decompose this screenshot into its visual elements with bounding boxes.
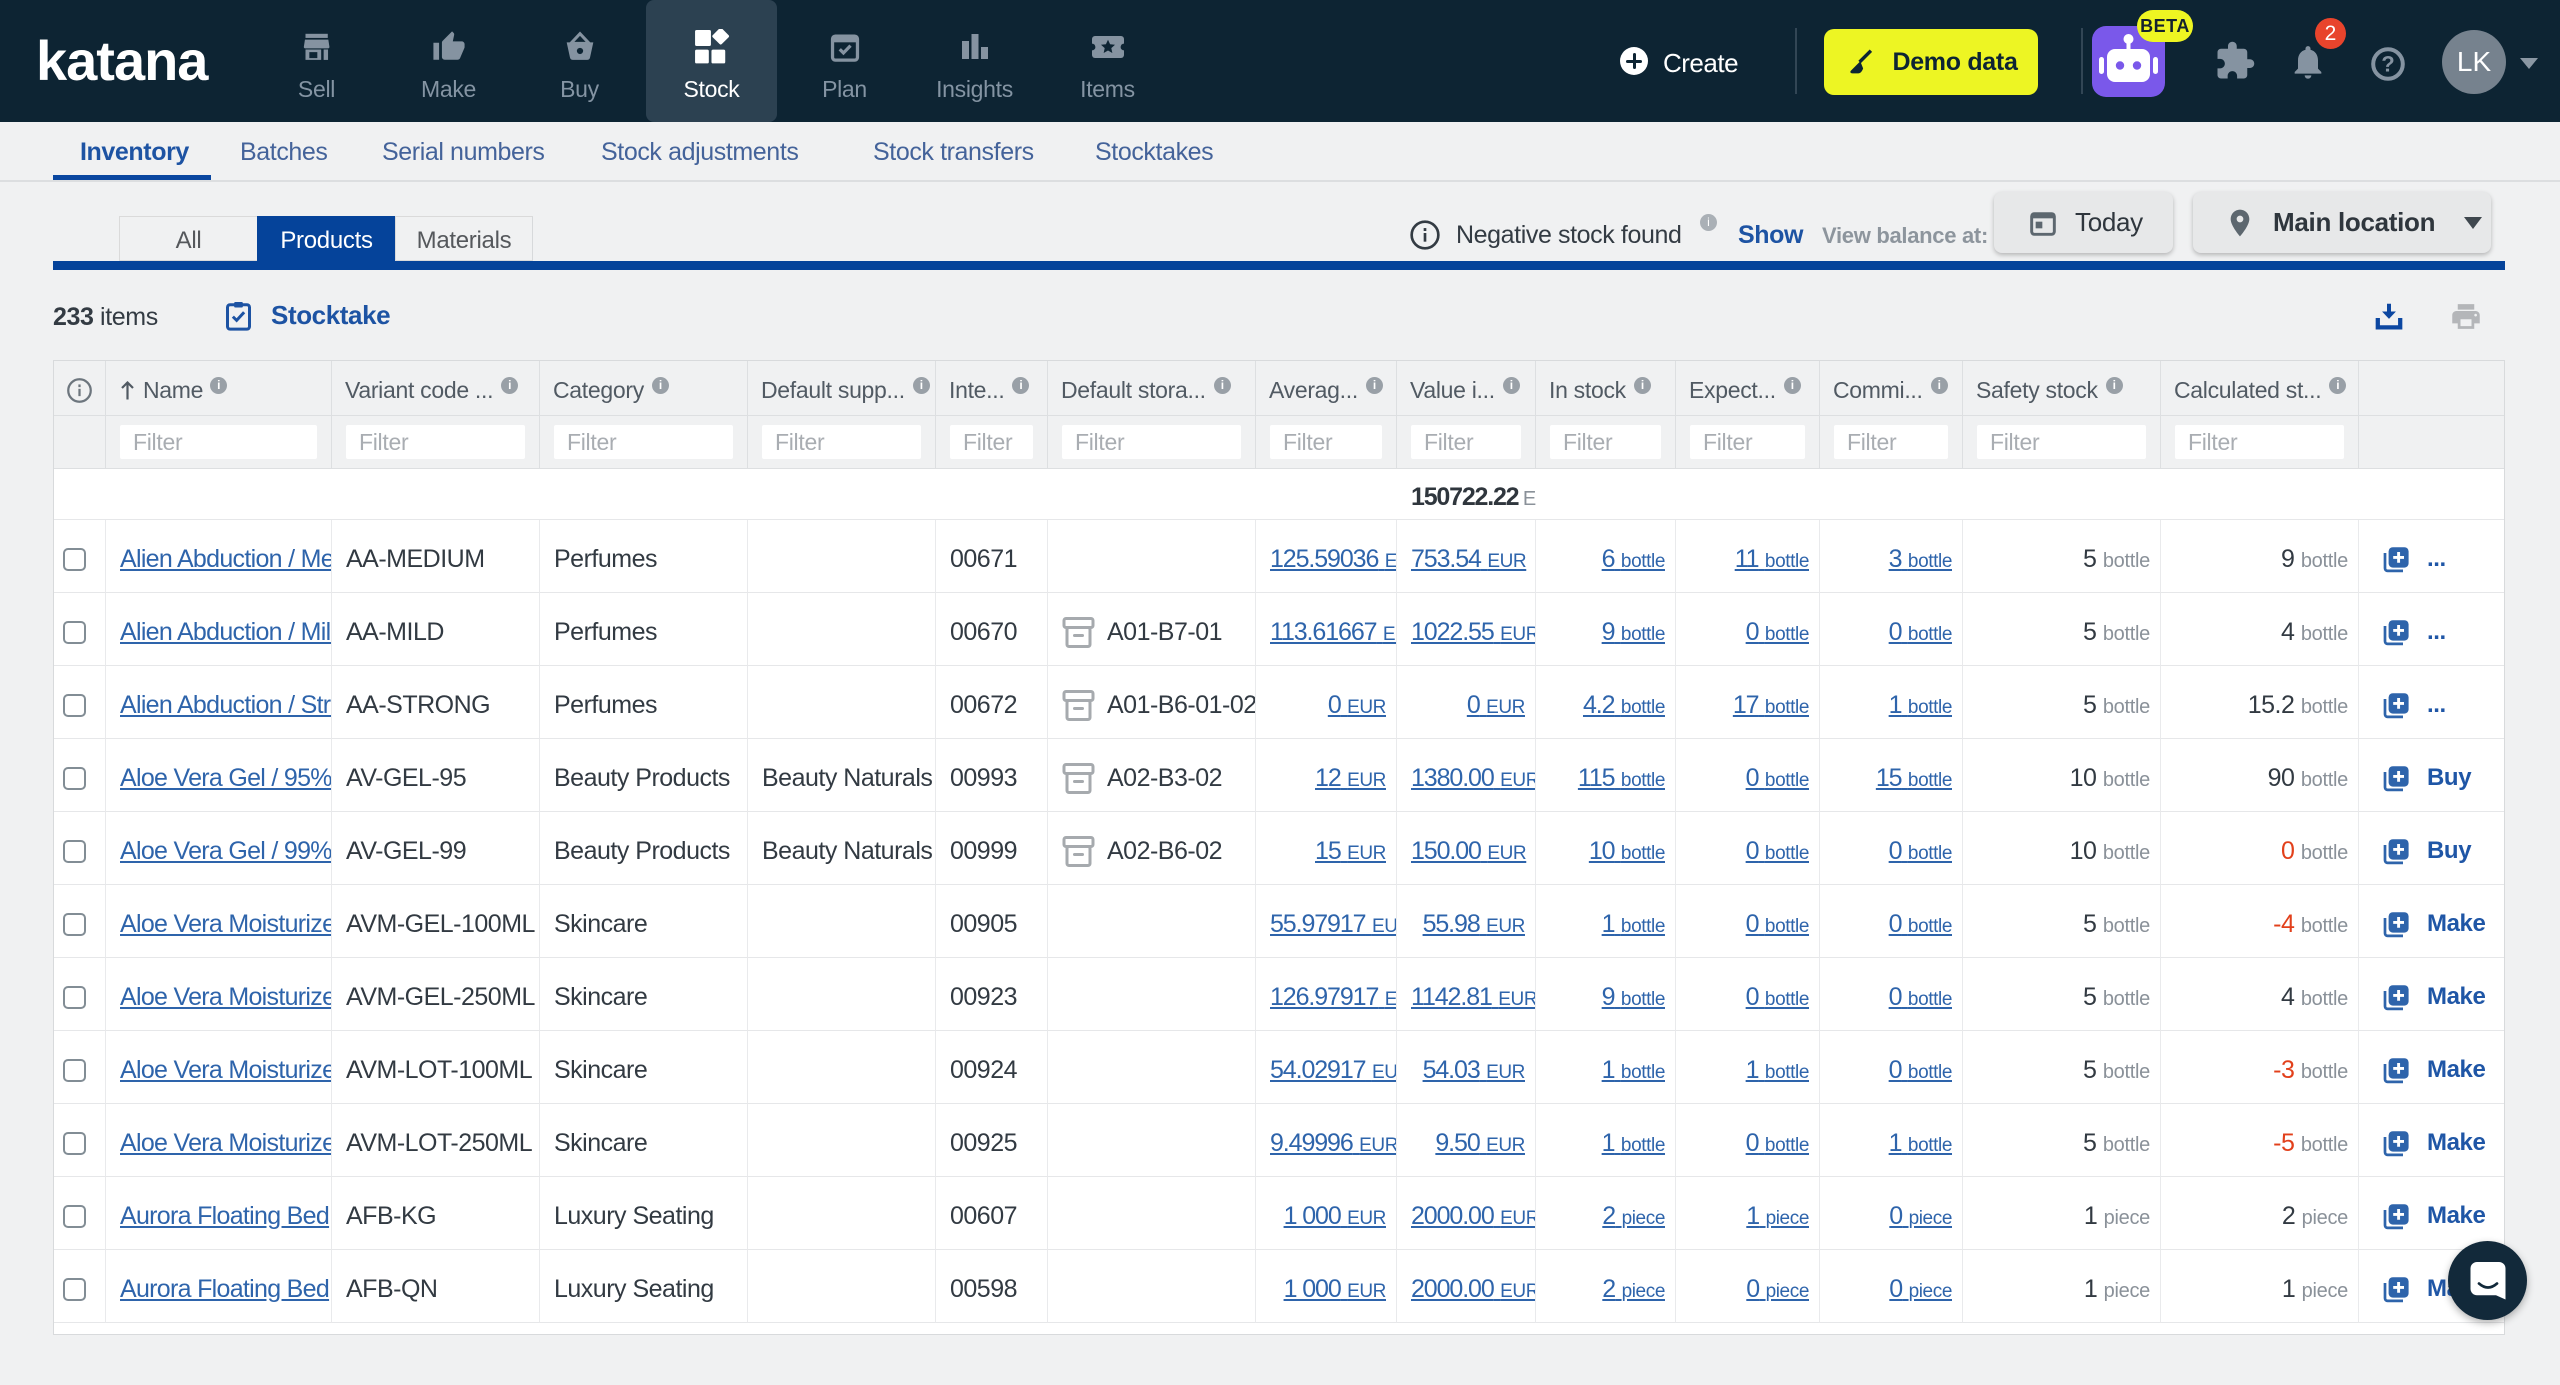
svg-text:?: ? <box>2381 52 2394 77</box>
